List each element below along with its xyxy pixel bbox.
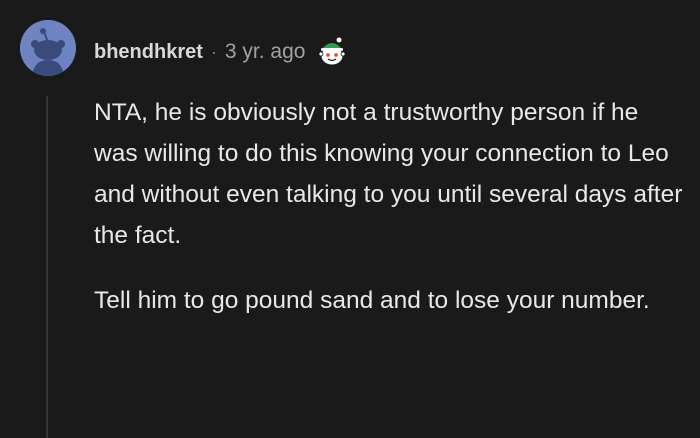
festive-snoo-award-icon[interactable] [315, 35, 349, 69]
user-avatar[interactable] [20, 20, 76, 76]
comment: bhendhkret · 3 yr. ago NTA, he is obviou… [0, 0, 700, 438]
meta-separator: · [210, 41, 217, 62]
comment-paragraph: Tell him to go pound sand and to lose yo… [94, 287, 650, 314]
thread-line[interactable] [46, 96, 48, 438]
comment-body: NTA, he is obviously not a trustworthy p… [94, 92, 684, 345]
username-link[interactable]: bhendhkret [94, 41, 203, 64]
comment-meta: bhendhkret · 3 yr. ago [94, 36, 349, 68]
default-snoo-avatar-icon [20, 20, 76, 76]
comment-paragraph: NTA, he is obviously not a trustworthy p… [94, 99, 683, 249]
comment-age[interactable]: 3 yr. ago [225, 40, 306, 64]
